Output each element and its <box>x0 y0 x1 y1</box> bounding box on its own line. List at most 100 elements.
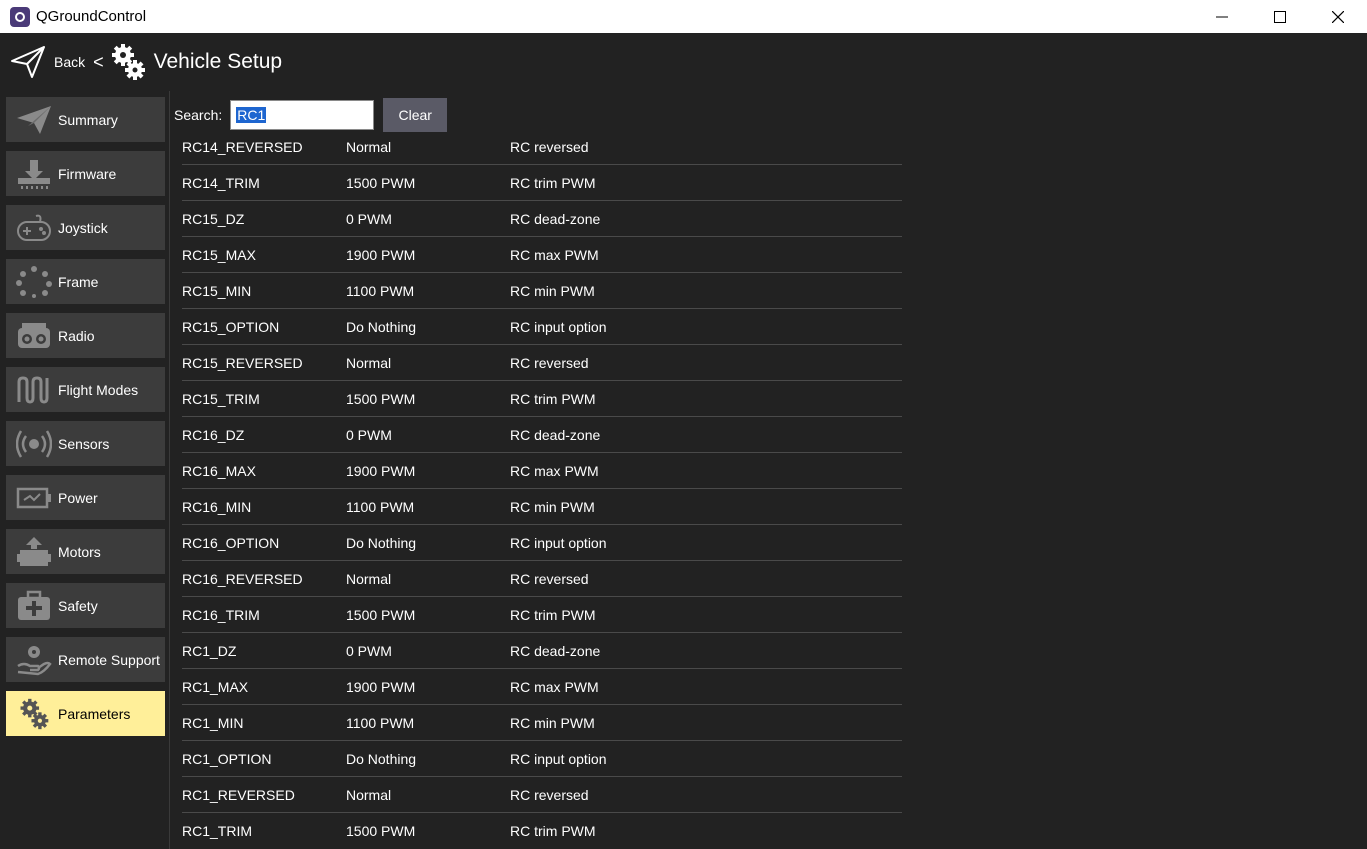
table-row[interactable]: RC1_MAX 1900 PWM RC max PWM <box>182 669 902 705</box>
sidebar-item-label: Radio <box>58 327 95 344</box>
download-icon <box>14 156 54 192</box>
param-description: RC min PWM <box>510 498 595 515</box>
param-name: RC15_MIN <box>182 282 252 299</box>
sidebar-item-label: Frame <box>58 273 99 290</box>
param-description: RC input option <box>510 534 607 551</box>
sidebar-item-sensors[interactable]: Sensors <box>6 421 165 466</box>
table-row[interactable]: RC15_DZ 0 PWM RC dead-zone <box>182 201 902 237</box>
param-name: RC1_TRIM <box>182 823 253 839</box>
param-value: 1900 PWM <box>346 462 416 479</box>
param-name: RC15_REVERSED <box>182 354 303 371</box>
radio-icon <box>14 318 54 354</box>
support-hand-icon <box>14 642 54 678</box>
param-name: RC14_TRIM <box>182 174 260 191</box>
table-row[interactable]: RC1_DZ 0 PWM RC dead-zone <box>182 633 902 669</box>
frame-dots-icon <box>14 264 54 300</box>
maximize-button[interactable] <box>1251 0 1309 33</box>
sidebar-item-label: Safety <box>58 597 98 614</box>
table-row[interactable]: RC16_REVERSED Normal RC reversed <box>182 561 902 597</box>
param-name: RC16_MAX <box>182 462 256 479</box>
window-title: QGroundControl <box>36 8 147 25</box>
param-description: RC min PWM <box>510 714 595 731</box>
sidebar-item-power[interactable]: Power <box>6 475 165 520</box>
param-description: RC max PWM <box>510 678 599 695</box>
table-row[interactable]: RC1_TRIM 1500 PWM RC trim PWM <box>182 813 902 849</box>
param-name: RC1_DZ <box>182 642 237 659</box>
close-button[interactable] <box>1309 0 1367 33</box>
paper-plane-back-icon[interactable] <box>10 44 46 80</box>
param-value: Normal <box>346 138 392 155</box>
table-row[interactable]: RC16_MAX 1900 PWM RC max PWM <box>182 453 902 489</box>
sidebar-item-radio[interactable]: Radio <box>6 313 165 358</box>
search-input[interactable]: RC1 <box>230 100 375 130</box>
minimize-button[interactable] <box>1193 0 1251 33</box>
param-name: RC1_MIN <box>182 714 244 731</box>
param-value: 0 PWM <box>346 426 392 443</box>
table-row[interactable]: RC15_TRIM 1500 PWM RC trim PWM <box>182 381 902 417</box>
param-description: RC trim PWM <box>510 606 596 623</box>
param-value: 1100 PWM <box>346 282 415 299</box>
param-description: RC trim PWM <box>510 174 596 191</box>
param-description: RC max PWM <box>510 462 599 479</box>
table-row[interactable]: RC15_MIN 1100 PWM RC min PWM <box>182 273 902 309</box>
param-value: 1500 PWM <box>346 390 416 407</box>
sidebar-item-parameters[interactable]: Parameters <box>6 691 165 736</box>
param-value: 1500 PWM <box>346 823 416 839</box>
table-row[interactable]: RC16_OPTION Do Nothing RC input option <box>182 525 902 561</box>
sidebar-item-label: Joystick <box>58 219 108 236</box>
sidebar-item-remote-support[interactable]: Remote Support <box>6 637 165 682</box>
parameter-table: RC14_REVERSED Normal RC reversed RC14_TRIM 1… <box>182 129 902 849</box>
param-description: RC trim PWM <box>510 390 596 407</box>
clear-button[interactable]: Clear <box>383 98 448 132</box>
sidebar-item-motors[interactable]: Motors <box>6 529 165 574</box>
sidebar-item-frame[interactable]: Frame <box>6 259 165 304</box>
param-description: RC dead-zone <box>510 210 601 227</box>
back-button[interactable]: Back <box>54 54 85 70</box>
qgc-app-icon <box>10 6 30 27</box>
table-row[interactable]: RC1_REVERSED Normal RC reversed <box>182 777 902 813</box>
param-name: RC16_OPTION <box>182 534 280 551</box>
param-name: RC1_MAX <box>182 678 249 695</box>
sidebar-divider <box>169 91 170 849</box>
sidebar-item-label: Motors <box>58 543 101 560</box>
table-row[interactable]: RC14_TRIM 1500 PWM RC trim PWM <box>182 165 902 201</box>
param-value: 0 PWM <box>346 210 392 227</box>
sidebar-item-firmware[interactable]: Firmware <box>6 151 165 196</box>
sidebar-item-summary[interactable]: Summary <box>6 97 165 142</box>
table-row[interactable]: RC16_DZ 0 PWM RC dead-zone <box>182 417 902 453</box>
param-value: Normal <box>346 786 392 803</box>
sidebar-item-joystick[interactable]: Joystick <box>6 205 165 250</box>
sidebar-item-label: Parameters <box>58 705 131 722</box>
plane-icon <box>14 102 54 138</box>
param-name: RC14_REVERSED <box>182 138 303 155</box>
param-name: RC15_TRIM <box>182 390 260 407</box>
table-row[interactable]: RC14_REVERSED Normal RC reversed <box>182 129 902 165</box>
table-row[interactable]: RC1_OPTION Do Nothing RC input option <box>182 741 902 777</box>
sidebar-item-label: Power <box>58 489 98 506</box>
gears-icon <box>111 44 145 80</box>
table-row[interactable]: RC15_REVERSED Normal RC reversed <box>182 345 902 381</box>
battery-icon <box>14 480 54 516</box>
param-value: Normal <box>346 570 392 587</box>
sidebar-item-label: Flight Modes <box>58 381 139 398</box>
param-value: Normal <box>346 354 392 371</box>
param-name: RC15_OPTION <box>182 318 280 335</box>
param-description: RC trim PWM <box>510 823 596 839</box>
param-name: RC1_OPTION <box>182 750 272 767</box>
table-row[interactable]: RC15_OPTION Do Nothing RC input option <box>182 309 902 345</box>
search-bar: Search: RC1 Clear <box>174 98 448 132</box>
param-description: RC reversed <box>510 138 589 155</box>
param-description: RC reversed <box>510 354 589 371</box>
search-label: Search: <box>174 107 223 123</box>
table-row[interactable]: RC16_MIN 1100 PWM RC min PWM <box>182 489 902 525</box>
table-row[interactable]: RC16_TRIM 1500 PWM RC trim PWM <box>182 597 902 633</box>
page-header: Back < Vehicle Setup <box>0 33 1367 91</box>
param-name: RC16_DZ <box>182 426 245 443</box>
table-row[interactable]: RC15_MAX 1900 PWM RC max PWM <box>182 237 902 273</box>
table-row[interactable]: RC1_MIN 1100 PWM RC min PWM <box>182 705 902 741</box>
sidebar-item-label: Remote Support <box>58 651 160 668</box>
sidebar-item-flight-modes[interactable]: Flight Modes <box>6 367 165 412</box>
sidebar-item-safety[interactable]: Safety <box>6 583 165 628</box>
minimize-icon <box>1216 16 1228 17</box>
first-aid-icon <box>14 588 54 624</box>
